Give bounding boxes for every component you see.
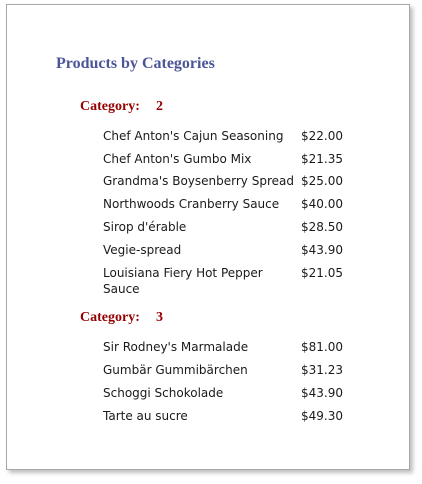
product-name: Schoggi Schokolade bbox=[103, 386, 224, 400]
category-header: Category: 2 bbox=[80, 99, 163, 115]
report-page: Products by Categories Category: 2 Chef A… bbox=[6, 4, 410, 470]
product-price: $28.50 bbox=[301, 220, 343, 234]
product-price: $22.00 bbox=[301, 129, 343, 143]
product-name: Gumbär Gummibärchen bbox=[103, 363, 248, 377]
category-value: 2 bbox=[156, 99, 163, 114]
category-label: Category: bbox=[80, 310, 140, 325]
product-name: Vegie-spread bbox=[103, 243, 182, 257]
category-value: 3 bbox=[156, 310, 163, 325]
product-price: $81.00 bbox=[301, 340, 343, 354]
product-price: $43.90 bbox=[301, 386, 343, 400]
product-name: Chef Anton's Gumbo Mix bbox=[103, 152, 252, 166]
product-name: Sirop d'érable bbox=[103, 220, 187, 234]
product-name: Northwoods Cranberry Sauce bbox=[103, 197, 280, 211]
product-price: $25.00 bbox=[301, 174, 343, 188]
product-price: $21.35 bbox=[301, 152, 343, 166]
product-price: $43.90 bbox=[301, 243, 343, 257]
product-price: $40.00 bbox=[301, 197, 343, 211]
report-title: Products by Categories bbox=[56, 55, 215, 72]
product-name: Sir Rodney's Marmalade bbox=[103, 340, 249, 354]
category-header: Category: 3 bbox=[80, 310, 163, 326]
product-name: Grandma's Boysenberry Spread bbox=[103, 174, 294, 188]
product-name: Tarte au sucre bbox=[103, 409, 188, 423]
product-price: $49.30 bbox=[301, 409, 343, 423]
product-price: $31.23 bbox=[301, 363, 343, 377]
product-name: Louisiana Fiery Hot Pepper Sauce bbox=[103, 266, 263, 296]
product-name: Chef Anton's Cajun Seasoning bbox=[103, 129, 284, 143]
product-price: $21.05 bbox=[301, 266, 343, 280]
category-label: Category: bbox=[80, 99, 140, 114]
